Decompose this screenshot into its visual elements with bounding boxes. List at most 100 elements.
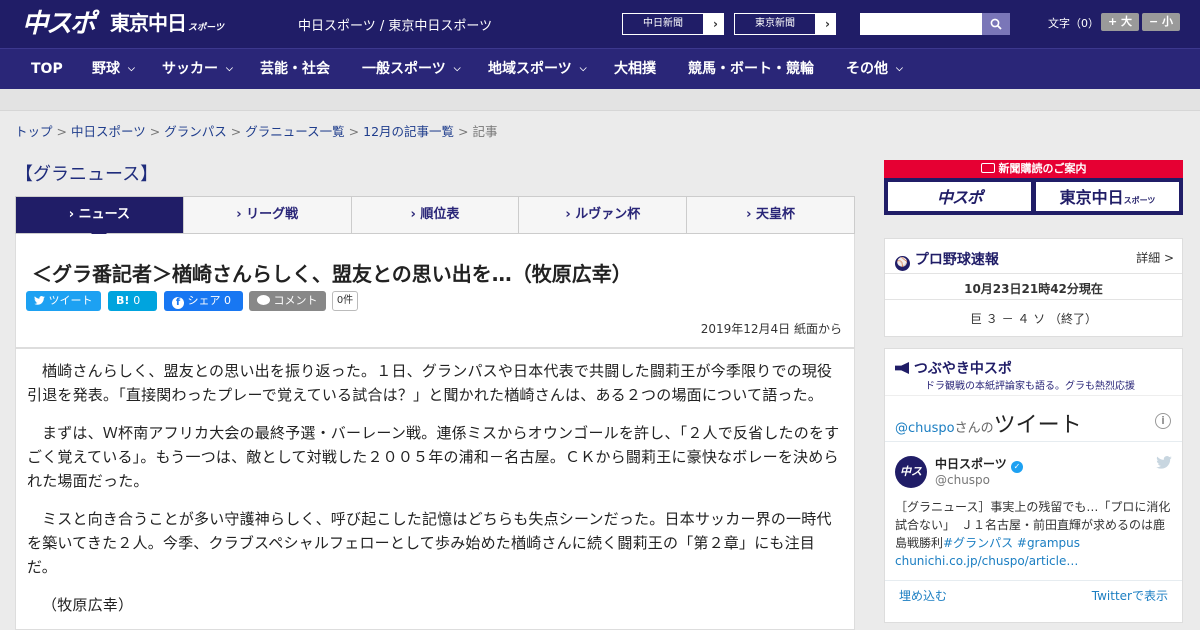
subscription-header-label: 新聞購読のご案内 <box>998 162 1087 175</box>
tab-label: リーグ戦 <box>246 207 299 222</box>
subscribe-chuspo-button[interactable]: 中スポ <box>888 182 1031 211</box>
megaphone-icon <box>895 362 909 374</box>
baseball-score-row[interactable]: 巨 ３ － ４ ソ （終了） <box>885 310 1182 327</box>
nav-item-sumo[interactable]: 大相撲 <box>614 49 656 89</box>
chuspo-logo[interactable]: 中スポ <box>22 7 96 41</box>
tab-label: 天皇杯 <box>756 207 796 222</box>
chevron-down-icon: ⌵ <box>128 64 135 74</box>
nav-item-entertainment[interactable]: 芸能・社会 <box>260 49 330 89</box>
tab-emperors-cup[interactable]: › 天皇杯 <box>687 197 854 233</box>
nav-item-soccer[interactable]: サッカー ⌵ <box>162 49 233 89</box>
search-input[interactable] <box>860 13 982 35</box>
chevron-right-icon: › <box>713 17 718 31</box>
site-name: 中日スポーツ / 東京中日スポーツ <box>298 19 493 34</box>
font-smaller-button[interactable]: − 小 <box>1142 13 1180 31</box>
search-icon <box>990 18 1002 30</box>
tab-standings[interactable]: › 順位表 <box>352 197 520 233</box>
breadcrumb: トップ > 中日スポーツ > グランパス > グラニュース一覧 >12月の記事一覧 > 記事 <box>15 121 498 140</box>
facebook-share-button[interactable]: f シェア 0 <box>164 291 243 311</box>
subscribe-tokyo-chunichi-button[interactable]: 東京中日スポーツ <box>1036 182 1179 211</box>
article-headline: ＜グラ番記者＞楢崎さんらしく、盟友との思い出を…（牧原広幸） <box>32 262 632 286</box>
speech-bubble-icon <box>257 295 270 305</box>
article-paragraph: 楢崎さんらしく、盟友との思い出を振り返った。１日、グランパスや日本代表で共闘した… <box>27 362 833 404</box>
hatena-bookmark-button[interactable]: B! 0 <box>108 291 157 311</box>
tweet-text: ［グラニュース］事実上の残留でも…「プロに消化試合ない」 Ｊ１名古屋・前田直輝が… <box>895 498 1173 570</box>
subscribe-tokyo-sub: スポーツ <box>1123 196 1156 205</box>
chevron-down-icon: ⌵ <box>579 64 587 74</box>
tokyo-chunichi-logo[interactable]: 東京中日 スポーツ <box>110 10 224 41</box>
tweets-widget-title: つぶやき中スポ <box>913 361 1012 377</box>
chunichi-shimbun-link[interactable]: 中日新聞 › <box>622 13 724 35</box>
subscribe-tokyo-label: 東京中日 <box>1059 188 1124 207</box>
tweets-handle-suffix: さんの <box>954 421 994 436</box>
tokyo-shimbun-link[interactable]: 東京新聞 › <box>734 13 836 35</box>
nav-label: TOP <box>31 61 63 77</box>
tokyo-logo-sub: スポーツ <box>188 23 224 33</box>
font-larger-button[interactable]: + 大 <box>1101 13 1139 31</box>
nav-item-other[interactable]: その他 ⌵ <box>846 49 903 89</box>
nav-label: 大相撲 <box>614 61 656 77</box>
tweet-link[interactable]: chunichi.co.jp/chuspo/article… <box>895 554 1078 568</box>
tweets-timeline-header: @chuspoさんのツイート <box>895 407 1082 439</box>
tweet-account-handle: @chuspo <box>935 473 991 487</box>
tweet-button[interactable]: ツイート <box>26 291 101 311</box>
header-bar: 中スポ 東京中日 スポーツ 中日スポーツ / 東京中日スポーツ 中日新聞 › 東京… <box>0 0 1200 48</box>
tweets-widget-header: つぶやき中スポ <box>895 358 1012 378</box>
chevron-right-icon: › <box>410 207 416 222</box>
verified-icon: ✓ <box>1010 461 1023 473</box>
comment-label: コメント <box>273 294 318 307</box>
nav-label: 野球 <box>92 61 120 77</box>
divider <box>885 395 1182 396</box>
tweet-item[interactable]: 中スポ 中日スポーツ ✓ @chuspo ［グラニュース］事実上の残留でも…「プ… <box>885 442 1182 582</box>
chevron-right-icon: › <box>746 207 752 222</box>
comment-button[interactable]: コメント <box>249 291 326 311</box>
breadcrumb-current: 記事 <box>472 124 498 139</box>
tokyo-logo-text: 東京中日 <box>110 11 187 35</box>
article-paragraph: まずは、Ｗ杯南アフリカ大会の最終予選・バーレーン戦。連係ミスからオウンゴールを許… <box>27 424 840 490</box>
nav-item-racing[interactable]: 競馬・ボート・競輪 <box>688 49 814 89</box>
tab-label: ルヴァン杯 <box>575 207 641 222</box>
search-button[interactable] <box>982 13 1010 35</box>
tab-news[interactable]: › ニュース <box>16 197 184 241</box>
breadcrumb-link-december[interactable]: 12月の記事一覧 <box>363 124 454 139</box>
breadcrumb-link-top[interactable]: トップ <box>15 124 53 139</box>
hatena-count: 0 <box>133 294 141 307</box>
baseball-timestamp: 10月23日21時42分現在 <box>964 282 1103 296</box>
baseball-icon: ⚾ <box>895 256 910 271</box>
divider <box>885 273 1182 274</box>
tab-levain-cup[interactable]: › ルヴァン杯 <box>519 197 688 233</box>
tweets-timeline-label: ツイート <box>993 413 1082 438</box>
chevron-down-icon: ⌵ <box>453 64 461 74</box>
tweet-label: ツイート <box>48 294 93 307</box>
nav-label: その他 <box>846 61 888 77</box>
view-on-twitter-link[interactable]: Twitterで表示 <box>1092 587 1168 604</box>
nav-item-local-sports[interactable]: 地域スポーツ ⌵ <box>488 49 587 89</box>
breadcrumb-link-chuspo[interactable]: 中日スポーツ <box>71 124 146 139</box>
breadcrumb-link-gura-news[interactable]: グラニュース一覧 <box>245 124 344 139</box>
chunichi-shimbun-label: 中日新聞 <box>623 14 703 34</box>
newspaper-icon <box>980 163 995 173</box>
facebook-icon: f <box>172 297 184 309</box>
twitter-widget: つぶやき中スポ ドラ観戦の本紙評論家も語る。グラも熱烈応援 @chuspoさんの… <box>884 348 1183 623</box>
tweets-handle-link[interactable]: @chuspo <box>895 421 955 436</box>
nav-label: 地域スポーツ <box>488 61 572 77</box>
nav-label: サッカー <box>162 61 218 77</box>
info-icon[interactable]: i <box>1155 413 1171 429</box>
baseball-detail-link[interactable]: 詳細 > <box>1136 249 1174 266</box>
avatar[interactable]: 中スポ <box>895 456 927 510</box>
tab-label: ニュース <box>78 207 131 222</box>
nav-item-general-sports[interactable]: 一般スポーツ ⌵ <box>362 49 461 89</box>
breadcrumb-separator: > <box>458 124 469 139</box>
article-dateline: 2019年12月4日 紙面から <box>700 322 842 336</box>
section-title: 【グラニュース】 <box>15 164 159 185</box>
tab-league[interactable]: › リーグ戦 <box>184 197 352 233</box>
nav-item-top[interactable]: TOP <box>31 49 63 89</box>
subscription-banner[interactable]: 新聞購読のご案内 中スポ 東京中日スポーツ <box>884 160 1183 215</box>
chevron-right-icon: › <box>236 207 242 222</box>
tweet-hashtags[interactable]: #グランパス #grampus <box>943 536 1080 550</box>
breadcrumb-link-grampus[interactable]: グランパス <box>164 124 227 139</box>
nav-item-baseball[interactable]: 野球 ⌵ <box>92 49 135 89</box>
comment-count: 0件 <box>332 291 358 311</box>
tweet-account-name[interactable]: 中日スポーツ <box>935 457 1007 471</box>
embed-link[interactable]: 埋め込む <box>899 587 947 604</box>
